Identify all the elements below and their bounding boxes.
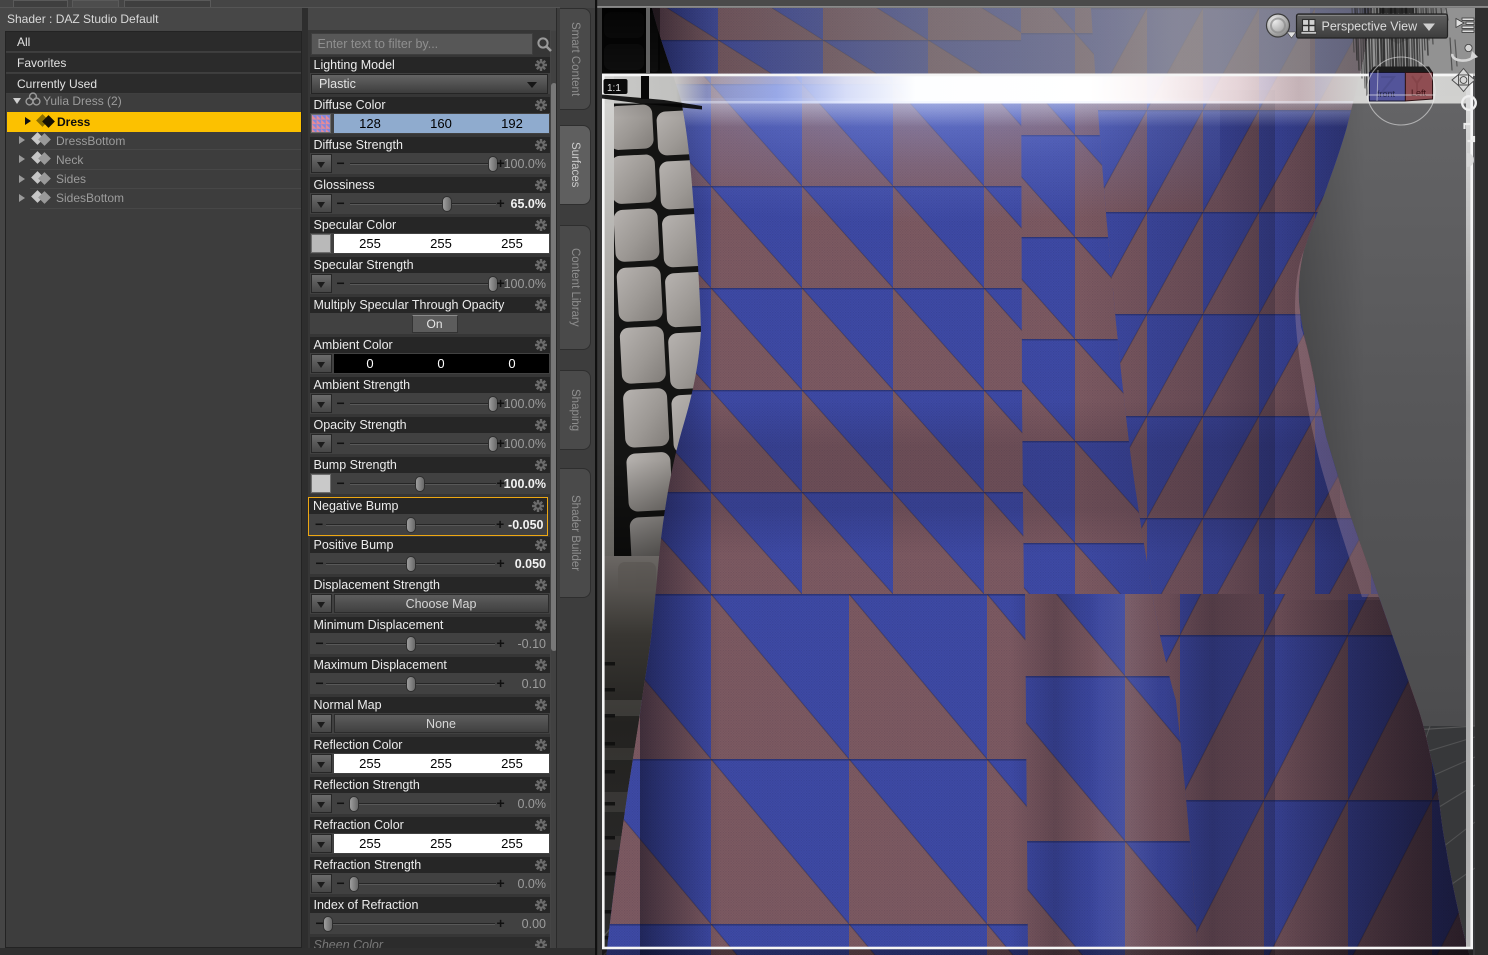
svg-text:Perspective View: Perspective View [1322,20,1419,34]
svg-text:Left: Left [1411,88,1427,98]
svg-text:front: front [1377,89,1396,99]
svg-text:1:1: 1:1 [607,83,621,94]
